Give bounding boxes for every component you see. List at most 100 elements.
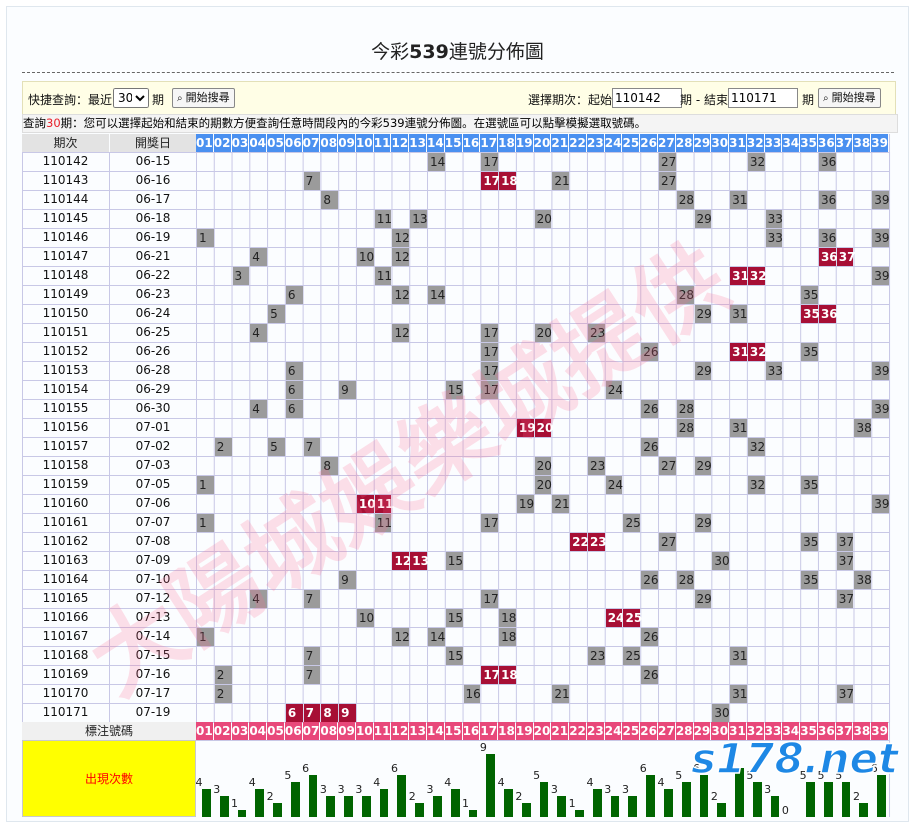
drawn-number[interactable]: 35 <box>801 343 818 361</box>
drawn-number[interactable]: 35 <box>801 533 818 551</box>
marker-number-03[interactable]: 03 <box>231 722 249 740</box>
drawn-number[interactable]: 32 <box>747 476 765 494</box>
drawn-number[interactable]: 37 <box>836 590 854 608</box>
drawn-number[interactable]: 27 <box>659 172 676 190</box>
number-header-09[interactable]: 09 <box>338 134 355 152</box>
drawn-number[interactable]: 32 <box>747 153 765 171</box>
drawn-number[interactable]: 15 <box>445 381 463 399</box>
drawn-number[interactable]: 4 <box>250 248 268 266</box>
number-header-12[interactable]: 12 <box>391 134 409 152</box>
drawn-number[interactable]: 5 <box>268 438 285 456</box>
drawn-number[interactable]: 35 <box>801 571 818 589</box>
drawn-number[interactable]: 1 <box>197 628 214 646</box>
drawn-number[interactable]: 36 <box>818 229 836 247</box>
drawn-number[interactable]: 21 <box>552 495 570 513</box>
drawn-number[interactable]: 16 <box>463 685 481 703</box>
drawn-number[interactable]: 28 <box>676 286 694 304</box>
drawn-number[interactable]: 27 <box>659 457 676 475</box>
drawn-number[interactable]: 26 <box>641 400 659 418</box>
drawn-number[interactable]: 30 <box>712 552 730 570</box>
number-header-04[interactable]: 04 <box>249 134 267 152</box>
number-header-18[interactable]: 18 <box>498 134 515 152</box>
drawn-number[interactable]: 24 <box>605 476 623 494</box>
number-header-23[interactable]: 23 <box>586 134 604 152</box>
drawn-number[interactable]: 7 <box>303 666 321 684</box>
drawn-number[interactable]: 12 <box>392 229 410 247</box>
number-header-33[interactable]: 33 <box>764 134 782 152</box>
drawn-number[interactable]: 29 <box>694 305 712 323</box>
drawn-number[interactable]: 39 <box>872 400 890 418</box>
drawn-number[interactable]: 6 <box>285 381 303 399</box>
drawn-number[interactable]: 2 <box>214 438 232 456</box>
consecutive-number[interactable]: 19 <box>516 419 536 437</box>
drawn-number[interactable]: 39 <box>872 191 890 209</box>
drawn-number[interactable]: 37 <box>836 552 854 570</box>
marker-number-25[interactable]: 25 <box>622 722 640 740</box>
drawn-number[interactable]: 39 <box>872 229 890 247</box>
drawn-number[interactable]: 15 <box>445 552 463 570</box>
drawn-number[interactable]: 20 <box>534 324 552 342</box>
drawn-number[interactable]: 30 <box>712 704 730 722</box>
consecutive-number[interactable]: 9 <box>339 704 356 722</box>
drawn-number[interactable]: 4 <box>250 590 268 608</box>
number-header-29[interactable]: 29 <box>693 134 711 152</box>
number-header-24[interactable]: 24 <box>604 134 622 152</box>
number-header-15[interactable]: 15 <box>444 134 462 152</box>
marker-number-36[interactable]: 36 <box>817 722 835 740</box>
drawn-number[interactable]: 14 <box>428 153 445 171</box>
drawn-number[interactable]: 31 <box>730 685 747 703</box>
consecutive-number[interactable]: 6 <box>285 704 303 722</box>
drawn-number[interactable]: 1 <box>197 229 214 247</box>
consecutive-number[interactable]: 13 <box>410 552 429 570</box>
consecutive-number[interactable]: 37 <box>836 248 855 266</box>
number-header-37[interactable]: 37 <box>835 134 853 152</box>
marker-number-18[interactable]: 18 <box>498 722 515 740</box>
marker-number-34[interactable]: 34 <box>782 722 800 740</box>
drawn-number[interactable]: 31 <box>730 191 747 209</box>
consecutive-number[interactable]: 31 <box>730 267 749 285</box>
drawn-number[interactable]: 8 <box>321 457 339 475</box>
drawn-number[interactable]: 28 <box>676 400 694 418</box>
number-header-11[interactable]: 11 <box>373 134 391 152</box>
drawn-number[interactable]: 14 <box>428 286 445 304</box>
consecutive-number[interactable]: 10 <box>356 495 376 513</box>
drawn-number[interactable]: 17 <box>481 343 499 361</box>
drawn-number[interactable]: 10 <box>356 248 374 266</box>
drawn-number[interactable]: 5 <box>268 305 285 323</box>
drawn-number[interactable]: 6 <box>285 286 303 304</box>
drawn-number[interactable]: 17 <box>481 381 499 399</box>
drawn-number[interactable]: 29 <box>694 514 712 532</box>
marker-number-20[interactable]: 20 <box>533 722 551 740</box>
drawn-number[interactable]: 36 <box>818 153 836 171</box>
drawn-number[interactable]: 8 <box>321 191 339 209</box>
marker-number-24[interactable]: 24 <box>604 722 622 740</box>
drawn-number[interactable]: 4 <box>250 400 268 418</box>
number-header-16[interactable]: 16 <box>462 134 480 152</box>
drawn-number[interactable]: 18 <box>499 609 516 627</box>
number-header-06[interactable]: 06 <box>284 134 302 152</box>
drawn-number[interactable]: 28 <box>676 191 694 209</box>
consecutive-number[interactable]: 20 <box>534 419 553 437</box>
drawn-number[interactable]: 14 <box>428 628 445 646</box>
drawn-number[interactable]: 6 <box>285 400 303 418</box>
drawn-number[interactable]: 17 <box>481 324 499 342</box>
recent-periods-select[interactable]: 30 <box>113 88 149 108</box>
drawn-number[interactable]: 29 <box>694 457 712 475</box>
drawn-number[interactable]: 3 <box>232 267 250 285</box>
drawn-number[interactable]: 7 <box>303 590 321 608</box>
number-header-14[interactable]: 14 <box>427 134 444 152</box>
marker-number-13[interactable]: 13 <box>409 722 426 740</box>
drawn-number[interactable]: 35 <box>801 286 818 304</box>
drawn-number[interactable]: 39 <box>872 495 890 513</box>
marker-number-10[interactable]: 10 <box>355 722 373 740</box>
marker-number-33[interactable]: 33 <box>764 722 782 740</box>
consecutive-number[interactable]: 18 <box>499 172 518 190</box>
drawn-number[interactable]: 37 <box>836 533 854 551</box>
consecutive-number[interactable]: 25 <box>623 609 642 627</box>
consecutive-number[interactable]: 36 <box>818 248 838 266</box>
marker-number-02[interactable]: 02 <box>213 722 231 740</box>
number-header-39[interactable]: 39 <box>871 134 889 152</box>
drawn-number[interactable]: 18 <box>499 628 516 646</box>
drawn-number[interactable]: 39 <box>872 267 890 285</box>
marker-number-39[interactable]: 39 <box>871 722 889 740</box>
